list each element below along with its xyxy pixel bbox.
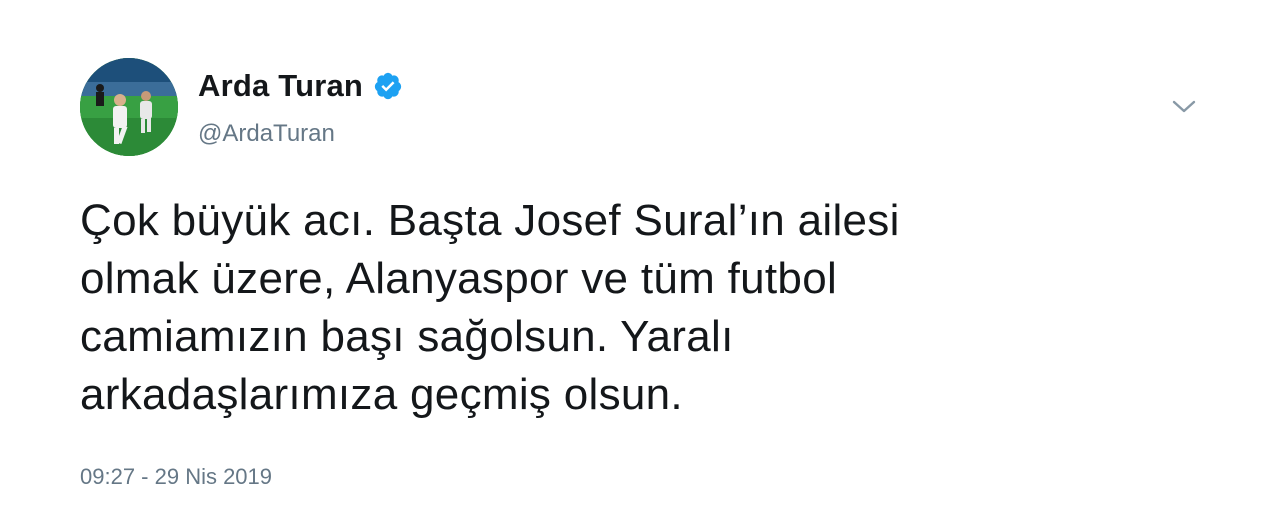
verified-badge-icon [373, 71, 403, 101]
avatar[interactable] [80, 58, 178, 156]
author-handle[interactable]: @ArdaTuran [198, 120, 403, 148]
author-name-row: Arda Turan [198, 66, 403, 106]
tweet-card: Arda Turan @ArdaTuran Çok büyük acı. Baş… [0, 0, 1280, 524]
tweet-timestamp[interactable]: 09:27 - 29 Nis 2019 [80, 464, 272, 490]
author-block: Arda Turan @ArdaTuran [198, 66, 403, 148]
author-display-name[interactable]: Arda Turan [198, 68, 363, 104]
chevron-down-icon [1172, 100, 1196, 113]
tweet-text: Çok büyük acı. Başta Josef Sural’ın aile… [80, 196, 900, 419]
tweet-menu-button[interactable] [1166, 92, 1202, 122]
avatar-photo [80, 58, 178, 156]
